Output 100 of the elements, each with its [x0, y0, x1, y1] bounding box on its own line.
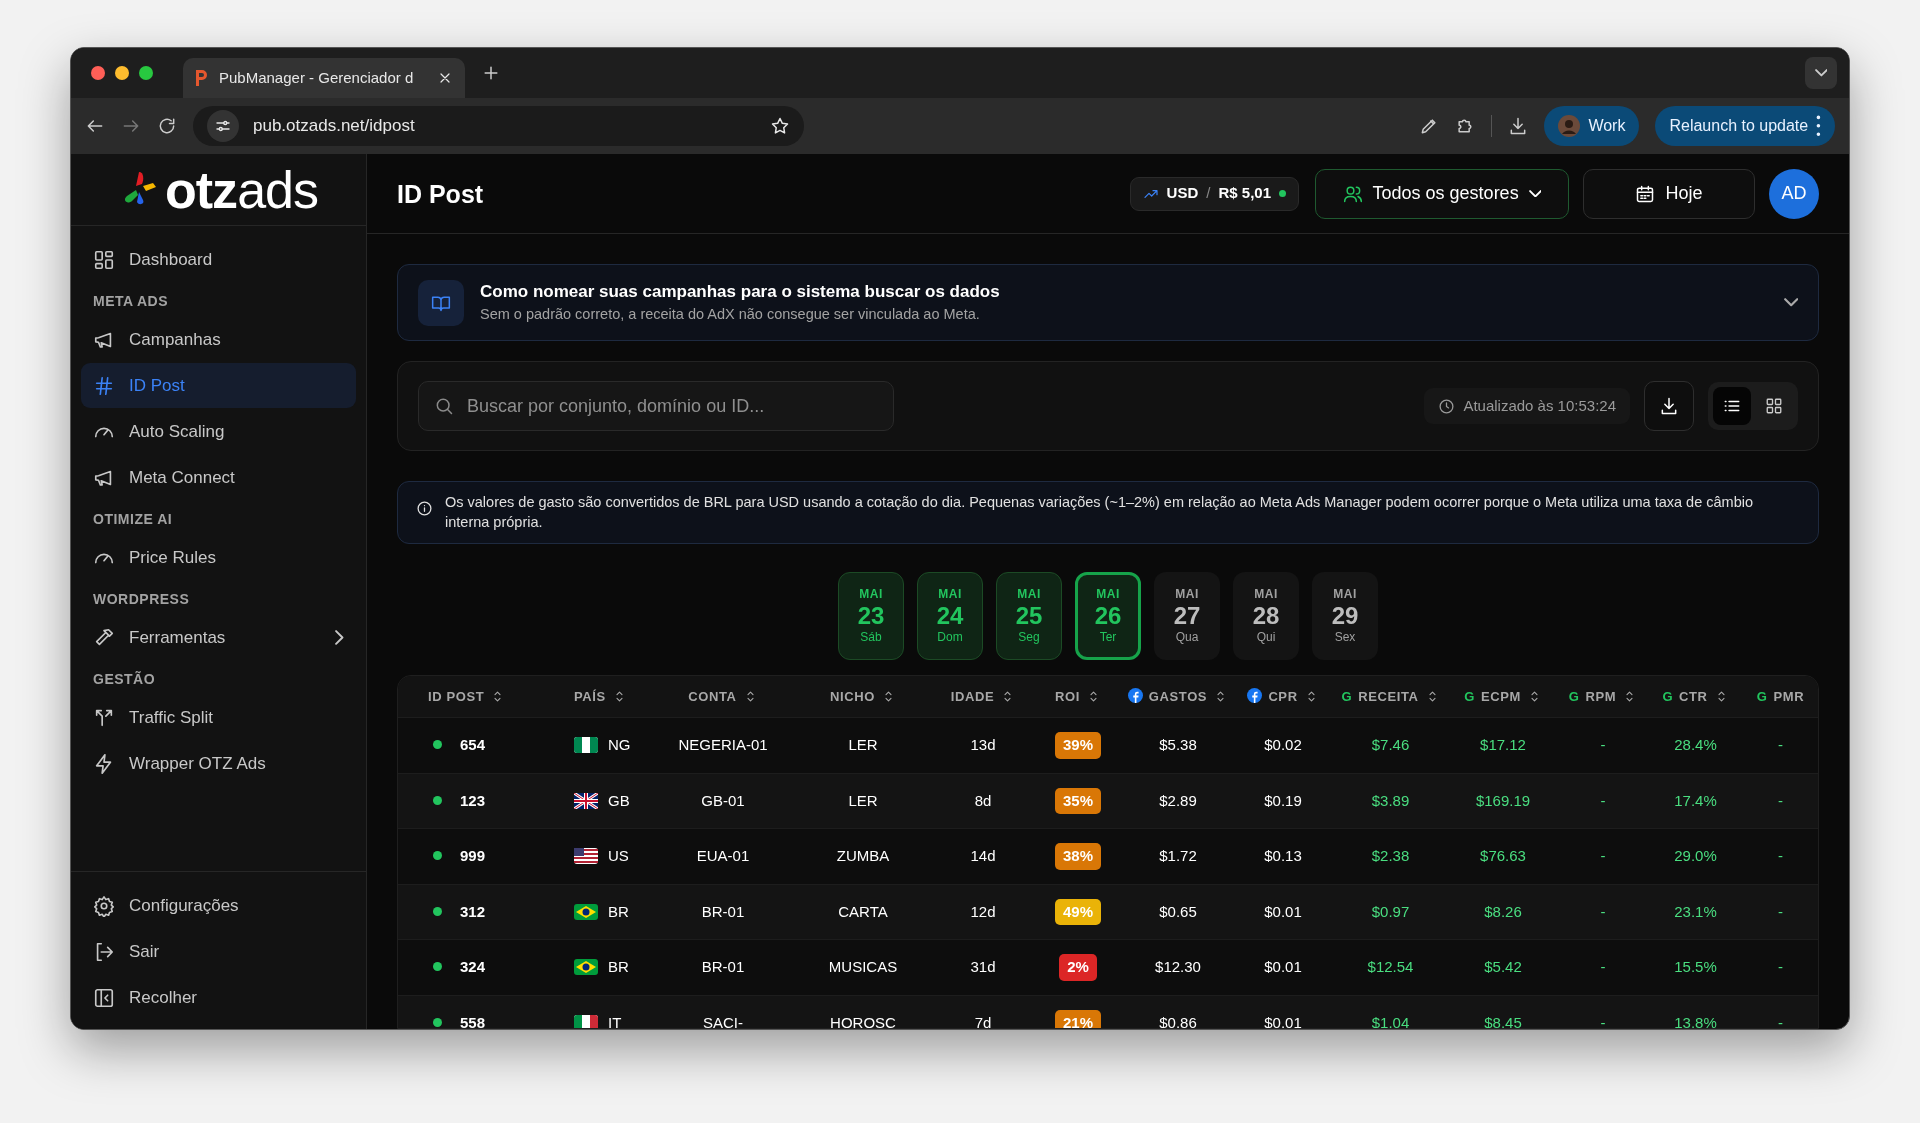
- manager-dropdown[interactable]: Todos os gestores: [1315, 168, 1569, 219]
- column-header[interactable]: RPM: [1585, 688, 1617, 704]
- table-cell: -: [1778, 902, 1783, 920]
- date-pill[interactable]: MAI 24 Dom: [917, 571, 983, 660]
- column-header[interactable]: CONTA: [688, 688, 737, 704]
- table-cell: 8d: [974, 791, 992, 809]
- address-bar[interactable]: pub.otzads.net/idpost: [193, 106, 805, 146]
- column-header[interactable]: CTR: [1679, 688, 1708, 704]
- column-header[interactable]: NICHO: [830, 688, 875, 704]
- date-pill[interactable]: MAI 23 Sáb: [838, 571, 904, 660]
- table-cell: HOROSC: [830, 1013, 896, 1028]
- date-button[interactable]: Hoje: [1583, 168, 1755, 219]
- sidebar-item[interactable]: Campanhas: [81, 317, 356, 362]
- roi-badge: 21%: [1055, 1009, 1101, 1028]
- sidebar-item[interactable]: Sair: [81, 929, 356, 974]
- column-header[interactable]: ID POST: [428, 688, 485, 704]
- table-cell: 558: [460, 1013, 486, 1028]
- table-cell: LER: [848, 736, 878, 754]
- sidebar-item[interactable]: Price Rules: [81, 535, 356, 580]
- table-cell: BR-01: [701, 902, 745, 920]
- sidebar-item[interactable]: Dashboard: [81, 237, 356, 282]
- table-cell: BR: [608, 902, 629, 920]
- maximize-window-button[interactable]: [139, 66, 153, 80]
- table-cell: 312: [460, 902, 486, 920]
- export-button[interactable]: [1644, 381, 1694, 431]
- user-avatar[interactable]: AD: [1769, 168, 1819, 219]
- table-cell: $12.54: [1367, 958, 1414, 976]
- sidebar-item[interactable]: ID Post: [81, 363, 356, 408]
- column-header[interactable]: IDADE: [950, 688, 995, 704]
- table-cell: $3.89: [1371, 791, 1410, 809]
- sidebar-item[interactable]: Traffic Split: [81, 695, 356, 740]
- table-cell: -: [1778, 1013, 1783, 1028]
- grid-icon: [1765, 397, 1783, 415]
- chevron-down-icon: [1814, 69, 1828, 77]
- close-window-button[interactable]: [91, 66, 105, 80]
- sidebar-collapse-icon: [93, 986, 115, 1009]
- tab-search-button[interactable]: [1805, 57, 1837, 89]
- flag-icon: [574, 1014, 598, 1028]
- table-cell: $0.01: [1264, 902, 1302, 920]
- flag-icon: [574, 959, 598, 976]
- table-cell: BR-01: [701, 958, 745, 976]
- table-cell: ZUMBA: [836, 847, 890, 865]
- date-pill[interactable]: MAI 25 Seg: [996, 571, 1062, 660]
- flag-icon: [574, 848, 598, 865]
- list-view-button[interactable]: [1713, 387, 1751, 425]
- browser-tab[interactable]: PubManager - Gerenciador d: [183, 58, 465, 98]
- column-header[interactable]: RECEITA: [1358, 688, 1419, 704]
- table-cell: -: [1600, 847, 1606, 865]
- sidebar-item[interactable]: Wrapper OTZ Ads: [81, 741, 356, 786]
- column-header[interactable]: CPR: [1268, 688, 1298, 704]
- search-field[interactable]: Buscar por conjunto, domínio ou ID...: [418, 381, 894, 431]
- sidebar-item[interactable]: Auto Scaling: [81, 409, 356, 454]
- table-cell: 29.0%: [1674, 847, 1717, 865]
- table-cell: -: [1600, 958, 1606, 976]
- table-cell: 13.8%: [1674, 1013, 1717, 1028]
- table-cell: -: [1778, 736, 1783, 754]
- relaunch-button[interactable]: Relaunch to update: [1655, 106, 1835, 146]
- sidebar-item[interactable]: Ferramentas: [81, 615, 356, 660]
- hash-icon: [93, 374, 115, 397]
- column-header[interactable]: PMR: [1773, 688, 1805, 704]
- table-cell: 14d: [970, 847, 996, 865]
- table-cell: $2.89: [1159, 791, 1197, 809]
- guide-banner[interactable]: Como nomear suas campanhas para o sistema buscar os dados Sem o padrão correto, a receita do AdX não consegue ser vinculada ao Meta.: [397, 264, 1819, 341]
- table-cell: $0.19: [1264, 791, 1302, 809]
- sidebar-item[interactable]: Meta Connect: [81, 455, 356, 500]
- column-header[interactable]: ECPM: [1480, 688, 1521, 704]
- separator-text: /: [1206, 183, 1211, 204]
- table-cell: $76.63: [1480, 847, 1526, 865]
- table-cell: CARTA: [838, 902, 888, 920]
- column-header[interactable]: PAÍS: [574, 688, 606, 704]
- date-pill[interactable]: MAI 29 Sex: [1312, 571, 1378, 660]
- tab-title: PubManager - Gerenciador d: [219, 67, 415, 88]
- table-cell: 324: [460, 958, 486, 976]
- facebook-icon: [1127, 687, 1143, 703]
- currency-label: USD: [1166, 183, 1199, 204]
- section-heading: GESTÃO: [92, 670, 157, 689]
- google-g-label: G: [1464, 688, 1475, 704]
- flag-icon: [574, 903, 598, 920]
- chevron-down-icon: [1783, 298, 1798, 307]
- google-g-label: G: [1341, 688, 1353, 704]
- minimize-window-button[interactable]: [115, 66, 129, 80]
- date-pill[interactable]: MAI 27 Qua: [1154, 571, 1220, 660]
- table-cell: MUSICAS: [828, 958, 898, 976]
- date-pill[interactable]: MAI 26 Ter: [1075, 571, 1141, 660]
- sidebar-item[interactable]: Recolher: [81, 975, 356, 1020]
- sidebar-item[interactable]: Configurações: [81, 883, 356, 928]
- site-favicon-icon: [195, 69, 209, 87]
- table-cell: 13d: [970, 736, 996, 754]
- profile-button[interactable]: Work: [1544, 106, 1640, 146]
- table-cell: GB-01: [701, 791, 745, 809]
- column-header[interactable]: ROI: [1055, 688, 1080, 704]
- date-pill[interactable]: MAI 28 Qui: [1233, 571, 1299, 660]
- table-cell: 12d: [970, 902, 996, 920]
- table-cell: $8.45: [1484, 1013, 1522, 1028]
- table-cell: $12.30: [1155, 958, 1201, 976]
- table-cell: 7d: [974, 1013, 992, 1028]
- guide-title: Como nomear suas campanhas para o sistema buscar os dados: [480, 280, 1001, 303]
- more-icon: [1816, 115, 1821, 137]
- table-cell: -: [1600, 736, 1606, 754]
- table-cell: SACI-: [703, 1013, 743, 1028]
